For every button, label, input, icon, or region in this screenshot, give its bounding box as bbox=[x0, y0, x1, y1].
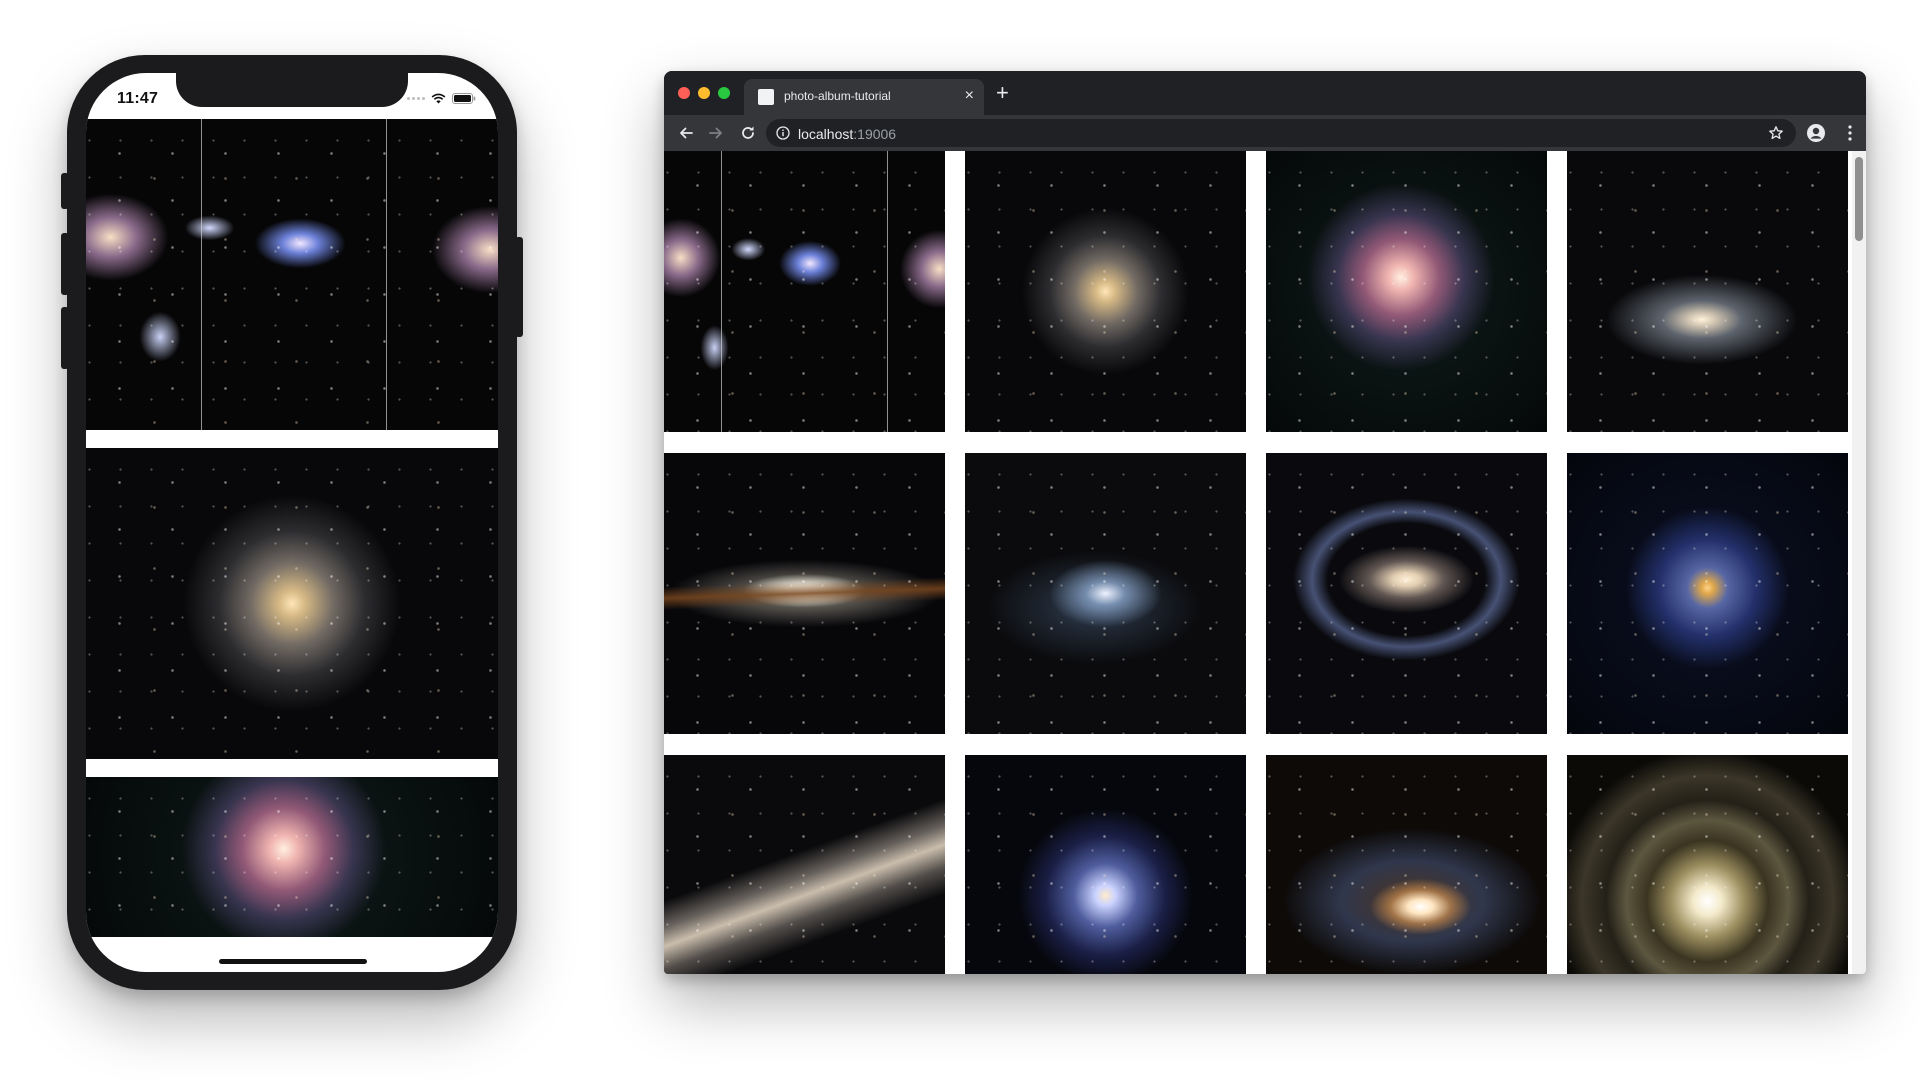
browser-window: photo-album-tutorial × + localhost:19006 bbox=[664, 71, 1866, 974]
page-viewport[interactable] bbox=[664, 151, 1866, 974]
galaxy-image bbox=[965, 151, 1246, 432]
galaxy-image bbox=[86, 448, 498, 759]
grid-photo[interactable] bbox=[965, 755, 1246, 974]
grid-photo[interactable] bbox=[1266, 151, 1547, 432]
battery-icon bbox=[452, 93, 476, 104]
url-text[interactable]: localhost:19006 bbox=[798, 126, 896, 142]
grid-photo[interactable] bbox=[1266, 755, 1547, 974]
grid-photo[interactable] bbox=[664, 151, 945, 432]
screenshot-stage: 11:47 photo-album-tutorial × + localhost… bbox=[0, 0, 1920, 1080]
profile-icon[interactable] bbox=[1806, 123, 1826, 143]
grid-photo[interactable] bbox=[965, 453, 1246, 734]
galaxy-image bbox=[1266, 453, 1547, 734]
phone-photo-spiral-galaxy[interactable] bbox=[86, 448, 498, 759]
home-indicator[interactable] bbox=[219, 959, 367, 964]
grid-photo[interactable] bbox=[1567, 755, 1848, 974]
url-port: :19006 bbox=[853, 126, 897, 142]
status-time: 11:47 bbox=[117, 90, 159, 107]
scrollbar-thumb[interactable] bbox=[1855, 157, 1863, 241]
reload-icon[interactable] bbox=[738, 123, 758, 143]
phone-photo-galaxy-group[interactable] bbox=[86, 119, 498, 430]
browser-tab[interactable]: photo-album-tutorial × bbox=[744, 79, 984, 115]
phone-device: 11:47 bbox=[61, 55, 523, 990]
cellular-signal-icon bbox=[407, 97, 425, 100]
menu-icon[interactable] bbox=[1848, 125, 1852, 141]
browser-titlebar: photo-album-tutorial × + bbox=[664, 71, 1866, 115]
grid-photo[interactable] bbox=[664, 453, 945, 734]
url-host: localhost bbox=[798, 126, 854, 142]
galaxy-image bbox=[664, 453, 945, 734]
page-scrollbar[interactable] bbox=[1852, 151, 1866, 974]
grid-photo[interactable] bbox=[1567, 151, 1848, 432]
address-bar[interactable]: localhost:19006 bbox=[766, 119, 1796, 147]
star-icon[interactable] bbox=[1768, 125, 1784, 141]
window-minimize-button[interactable] bbox=[698, 87, 710, 99]
phone-screen: 11:47 bbox=[86, 73, 498, 972]
phone-power-button bbox=[515, 237, 523, 337]
wifi-icon bbox=[431, 93, 446, 104]
tab-favicon-icon bbox=[758, 89, 774, 105]
grid-photo[interactable] bbox=[1567, 453, 1848, 734]
galaxy-image bbox=[86, 119, 498, 430]
galaxy-image bbox=[1567, 755, 1848, 974]
new-tab-button[interactable]: + bbox=[996, 81, 1009, 105]
phone-volume-down-button bbox=[61, 307, 69, 369]
galaxy-image bbox=[965, 453, 1246, 734]
phone-volume-up-button bbox=[61, 233, 69, 295]
grid-photo[interactable] bbox=[1266, 453, 1547, 734]
phone-photo-pink-spiral-galaxy[interactable] bbox=[86, 777, 498, 937]
phone-notch bbox=[176, 73, 408, 107]
galaxy-image bbox=[1567, 453, 1848, 734]
phone-mute-switch bbox=[61, 173, 69, 209]
grid-photo[interactable] bbox=[664, 755, 945, 974]
galaxy-image bbox=[1567, 151, 1848, 432]
phone-photo-feed[interactable] bbox=[86, 119, 498, 955]
galaxy-image bbox=[664, 755, 945, 974]
status-icons bbox=[407, 93, 476, 104]
forward-arrow-icon[interactable] bbox=[706, 123, 726, 143]
info-icon[interactable] bbox=[776, 126, 790, 140]
galaxy-image bbox=[1266, 755, 1547, 974]
window-close-button[interactable] bbox=[678, 87, 690, 99]
tab-close-icon[interactable]: × bbox=[965, 86, 974, 106]
galaxy-image bbox=[86, 777, 498, 937]
grid-photo[interactable] bbox=[965, 151, 1246, 432]
galaxy-image bbox=[1266, 151, 1547, 432]
back-arrow-icon[interactable] bbox=[676, 123, 696, 143]
tab-title: photo-album-tutorial bbox=[784, 89, 891, 103]
galaxy-image bbox=[965, 755, 1246, 974]
browser-toolbar: localhost:19006 bbox=[664, 115, 1866, 151]
galaxy-image bbox=[664, 151, 945, 432]
window-maximize-button[interactable] bbox=[718, 87, 730, 99]
